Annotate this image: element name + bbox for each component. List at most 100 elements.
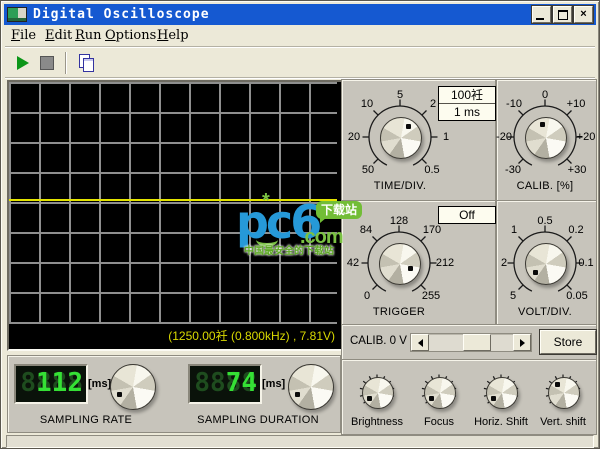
time-div-value-display: 100衽 1 ms xyxy=(438,86,496,121)
calib-percent-scale-label: -20 xyxy=(496,131,512,143)
copy-icon xyxy=(79,54,95,72)
scrollbar-left-button[interactable] xyxy=(411,334,429,351)
window-title: Digital Oscilloscope xyxy=(33,7,210,22)
time-div-panel: 5 2 1 0.5 50 20 10 100衽 1 ms TIME/DIV. xyxy=(341,79,496,201)
volt-div-knob[interactable] xyxy=(525,243,567,285)
vert-shift-knob-pointer xyxy=(555,382,560,387)
volt-div-scale-label: 0.2 xyxy=(568,224,584,236)
menu-help[interactable]: Help xyxy=(157,28,189,43)
scope-grid xyxy=(9,82,337,324)
minimize-button[interactable] xyxy=(532,6,551,23)
sampling-rate-knob-pointer xyxy=(117,392,122,397)
maximize-icon xyxy=(557,9,568,20)
focus-knob[interactable] xyxy=(424,377,456,409)
scrollbar-thumb[interactable] xyxy=(463,334,491,351)
scope-trace xyxy=(9,199,337,201)
run-button[interactable] xyxy=(11,51,35,75)
volt-div-scale-label: 0.5 xyxy=(537,215,553,227)
time-div-knob[interactable] xyxy=(380,117,422,159)
vert-shift-knob[interactable] xyxy=(548,377,580,409)
close-button[interactable]: × xyxy=(574,6,593,23)
menu-help-rest: elp xyxy=(168,28,189,43)
time-div-value-line2: 1 ms xyxy=(453,105,480,119)
scope-readout: (1250.00衽 (0.800kHz) , 7.81V) xyxy=(168,329,335,343)
time-div-scale-label: 5 xyxy=(396,89,404,101)
calib-percent-scale-label: -30 xyxy=(505,164,521,176)
sampling-duration-knob[interactable] xyxy=(288,364,334,410)
horiz-shift-knob[interactable] xyxy=(486,377,518,409)
stop-button[interactable] xyxy=(35,51,59,75)
menu-help-hotkey: H xyxy=(157,28,169,43)
copy-button[interactable] xyxy=(75,51,99,75)
trigger-mode-display: Off xyxy=(438,206,496,224)
menu-options[interactable]: Options xyxy=(105,28,156,43)
calib-percent-caption: CALIB. [%] xyxy=(516,180,574,192)
calib-voltage-scrollbar[interactable] xyxy=(410,333,532,352)
sampling-duration-value: 74 xyxy=(225,368,257,398)
control-panels: 5 2 1 0.5 50 20 10 100衽 1 ms TIME/DIV. 0… xyxy=(341,79,597,435)
time-div-scale-label: 10 xyxy=(360,98,374,110)
sampling-rate-knob[interactable] xyxy=(110,364,156,410)
store-button[interactable]: Store xyxy=(540,330,596,354)
volt-div-scale-label: 0.05 xyxy=(566,290,588,302)
volt-div-knob-pointer xyxy=(533,270,538,275)
trigger-scale-label: 170 xyxy=(422,224,442,236)
toolbar-separator xyxy=(65,51,67,74)
volt-div-scale-label: 0.1 xyxy=(578,257,594,269)
oscilloscope-screen: (1250.00衽 (0.800kHz) , 7.81V) xyxy=(7,80,343,351)
trigger-scale-label: 84 xyxy=(359,224,373,236)
maximize-button[interactable] xyxy=(553,6,572,23)
menu-edit-rest: dit xyxy=(54,28,73,43)
volt-div-scale-label: 1 xyxy=(510,224,518,236)
time-div-scale-label: 1 xyxy=(442,131,450,143)
vert-shift-label: Vert. shift xyxy=(540,416,586,428)
volt-div-caption: VOLT/DIV. xyxy=(517,306,573,318)
brightness-knob-pointer xyxy=(367,396,372,401)
menu-file[interactable]: File xyxy=(11,28,36,43)
scrollbar-right-button[interactable] xyxy=(513,334,531,351)
sampling-duration-knob-pointer xyxy=(295,392,300,397)
calib-percent-scale-label: -10 xyxy=(506,98,522,110)
app-window: Digital Oscilloscope × File Edit Run Opt… xyxy=(0,0,600,449)
sampling-duration-unit: [ms] xyxy=(262,378,286,390)
trigger-mode-value: Off xyxy=(459,208,475,222)
sampling-rate-value: 112 xyxy=(36,368,83,398)
time-div-knob-pointer xyxy=(406,124,411,129)
trigger-knob[interactable] xyxy=(379,243,421,285)
menu-edit-hotkey: E xyxy=(45,28,55,43)
time-div-value-line1: 100衽 xyxy=(439,87,495,104)
arrow-right-icon xyxy=(519,338,525,347)
time-div-scale-label: 20 xyxy=(347,131,361,143)
menu-edit[interactable]: Edit xyxy=(45,28,72,43)
time-div-caption: TIME/DIV. xyxy=(373,180,427,192)
calib-percent-panel: 0 +10 +20 +30 -30 -20 -10 CALIB. [%] xyxy=(496,79,597,201)
volt-div-panel: 0.5 0.2 0.1 0.05 5 2 1 VOLT/DIV. xyxy=(496,200,597,325)
arrow-left-icon xyxy=(417,338,423,347)
calib-percent-knob-pointer xyxy=(540,122,545,127)
calib-percent-scale-label: +30 xyxy=(567,164,587,176)
toolbar xyxy=(5,48,595,78)
menu-file-rest: ile xyxy=(20,28,37,43)
sampling-rate-label: SAMPLING RATE xyxy=(39,414,133,426)
focus-label: Focus xyxy=(424,416,454,428)
menu-run-rest: un xyxy=(84,28,102,43)
trigger-caption: TRIGGER xyxy=(372,306,426,318)
menu-options-rest: ptions xyxy=(115,28,157,43)
sampling-duration-label: SAMPLING DURATION xyxy=(197,414,319,426)
menu-file-hotkey: F xyxy=(11,28,21,43)
volt-div-scale-label: 2 xyxy=(500,257,508,269)
stop-icon xyxy=(40,55,54,70)
menu-run[interactable]: Run xyxy=(75,28,102,43)
play-icon xyxy=(17,55,29,70)
calib-percent-knob[interactable] xyxy=(525,117,567,159)
title-bar: Digital Oscilloscope × xyxy=(4,4,596,25)
time-div-scale-label: 2 xyxy=(429,98,437,110)
time-div-scale-label: 0.5 xyxy=(424,164,440,176)
brightness-knob[interactable] xyxy=(362,377,394,409)
time-div-scale-label: 50 xyxy=(361,164,375,176)
volt-div-scale-label: 5 xyxy=(509,290,517,302)
adjust-knobs-panel: Brightness Focus Horiz. Shift Vert. shif… xyxy=(341,359,597,435)
trigger-scale-label: 0 xyxy=(363,290,371,302)
close-icon: × xyxy=(580,8,587,20)
sampling-rate-display: 8888 112 xyxy=(14,364,88,404)
